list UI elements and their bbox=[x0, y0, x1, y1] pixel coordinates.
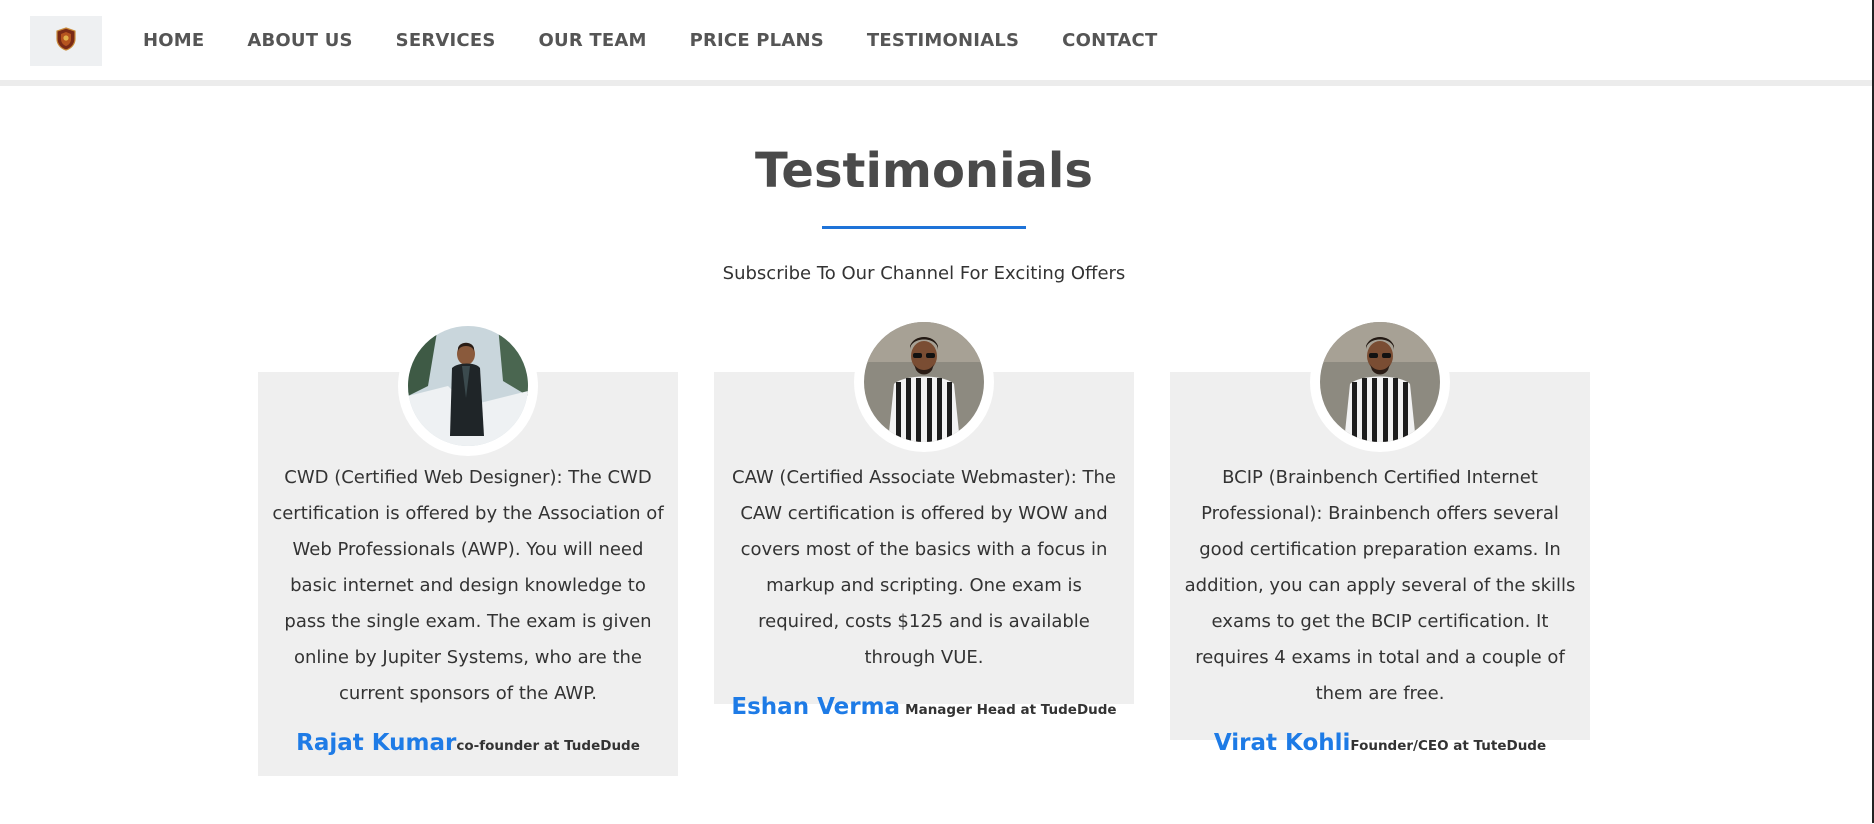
nav-item-about-us[interactable]: ABOUT US bbox=[247, 30, 352, 51]
testimonial-author: Virat KohliFounder/CEO at TuteDude bbox=[1184, 728, 1576, 761]
testimonial-author: Eshan Verma Manager Head at TudeDude bbox=[728, 692, 1120, 725]
nav-item-contact[interactable]: CONTACT bbox=[1062, 30, 1157, 51]
site-logo[interactable] bbox=[30, 16, 102, 66]
testimonial-text: BCIP (Brainbench Certified Internet Prof… bbox=[1184, 467, 1576, 704]
top-navbar: HOME ABOUT US SERVICES OUR TEAM PRICE PL… bbox=[0, 0, 1872, 86]
section-title: Testimonials bbox=[755, 143, 1093, 199]
testimonial-text: CWD (Certified Web Designer): The CWD ce… bbox=[272, 467, 664, 704]
shield-crest-icon bbox=[56, 27, 76, 55]
title-underline bbox=[822, 226, 1026, 229]
main-nav: HOME ABOUT US SERVICES OUR TEAM PRICE PL… bbox=[143, 0, 1200, 80]
avatar bbox=[864, 322, 984, 442]
avatar-frame bbox=[398, 316, 538, 456]
testimonial-text: CAW (Certified Associate Webmaster): The… bbox=[732, 467, 1116, 668]
testimonial-card: BCIP (Brainbench Certified Internet Prof… bbox=[1170, 312, 1590, 756]
avatar-frame bbox=[854, 312, 994, 452]
author-role: Manager Head at TudeDude bbox=[905, 702, 1117, 718]
nav-item-our-team[interactable]: OUR TEAM bbox=[539, 30, 647, 51]
nav-item-price-plans[interactable]: PRICE PLANS bbox=[690, 30, 824, 51]
nav-item-testimonials[interactable]: TESTIMONIALS bbox=[867, 30, 1019, 51]
testimonial-author: Rajat Kumarco-founder at TudeDude bbox=[272, 728, 664, 761]
avatar bbox=[408, 326, 528, 446]
author-role: co-founder at TudeDude bbox=[456, 738, 640, 754]
avatar-frame bbox=[1310, 312, 1450, 452]
author-role: Founder/CEO at TuteDude bbox=[1350, 738, 1547, 754]
author-name[interactable]: Virat Kohli bbox=[1214, 730, 1351, 756]
nav-item-home[interactable]: HOME bbox=[143, 30, 204, 51]
author-name[interactable]: Eshan Verma bbox=[731, 694, 900, 720]
nav-item-services[interactable]: SERVICES bbox=[396, 30, 496, 51]
testimonial-card: CAW (Certified Associate Webmaster): The… bbox=[714, 312, 1134, 720]
avatar bbox=[1320, 322, 1440, 442]
section-subtitle: Subscribe To Our Channel For Exciting Of… bbox=[722, 263, 1126, 284]
testimonial-card: CWD (Certified Web Designer): The CWD ce… bbox=[258, 316, 678, 776]
author-name[interactable]: Rajat Kumar bbox=[296, 730, 456, 756]
